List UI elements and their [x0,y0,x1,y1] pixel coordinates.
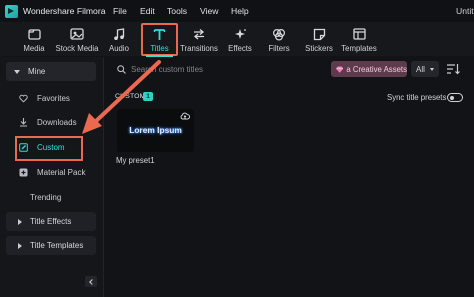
titles-tab-highlight-box [141,23,178,56]
sidebar-group-title-effects[interactable]: Title Effects [6,212,96,231]
creative-assets-label: a Creative Assets [346,64,407,74]
active-tab-underline [146,55,173,57]
tab-templates[interactable]: Templates [340,22,378,56]
menu-tools[interactable]: Tools [167,6,187,16]
sidebar-mine-header[interactable]: Mine [6,62,96,81]
sidebar-trending[interactable]: Trending [30,193,61,202]
media-folder-icon [26,26,42,42]
transitions-icon [191,26,207,42]
music-note-icon [111,26,127,42]
sidebar-item-label: Material Pack [37,167,86,177]
tab-label: Filters [268,44,290,53]
chevron-left-icon [89,278,95,285]
search-input[interactable] [131,62,321,76]
caret-right-icon [18,242,22,249]
sync-title-presets-toggle[interactable] [447,93,463,102]
window-title: Untitled [456,6,474,16]
title-bar: Wondershare Filmora File Edit Tools View… [0,0,474,22]
menu-help[interactable]: Help [231,6,249,16]
menu-edit[interactable]: Edit [140,6,155,16]
material-pack-icon [18,167,28,177]
caret-right-icon [18,218,22,225]
sidebar-group-label: Title Templates [30,241,84,250]
sidebar-mine-label: Mine [28,67,46,76]
tab-label: Templates [341,44,377,53]
chevron-down-icon [429,67,434,71]
filmora-logo-icon [5,4,18,18]
sidebar-item-material-pack[interactable]: Material Pack [18,165,85,179]
sidebar-group-title-templates[interactable]: Title Templates [6,236,96,255]
app-name: Wondershare Filmora [23,6,106,16]
tab-audio[interactable]: Audio [106,22,132,56]
preset-name: My preset1 [116,156,155,165]
sidebar-item-downloads[interactable]: Downloads [18,115,77,129]
caret-down-icon [14,69,20,74]
templates-icon [351,26,367,42]
sort-icon[interactable] [446,63,460,75]
stock-media-icon [69,26,85,42]
tab-label: Audio [109,44,129,53]
tab-stickers[interactable]: Stickers [304,22,334,56]
collapse-sidebar-button[interactable] [85,276,97,287]
tab-label: Stock Media [55,44,99,53]
sidebar-item-favorites[interactable]: Favorites [18,91,70,105]
section-label: CUSTOM [115,93,146,100]
tab-transitions[interactable]: Transitions [180,22,218,56]
tab-label: Stickers [305,44,333,53]
sync-title-presets-label: Sync title presets [387,93,447,102]
titles-sidebar: Mine Favorites Downloads Custom Material… [0,57,104,297]
preset-thumbnail-text: Lorem Ipsum [129,125,182,135]
creative-assets-button[interactable]: a Creative Assets [331,61,407,77]
menu-view[interactable]: View [200,6,218,16]
menu-file[interactable]: File [113,6,127,16]
tab-effects[interactable]: Effects [227,22,253,56]
sidebar-item-label: Downloads [37,117,77,127]
tab-stock-media[interactable]: Stock Media [55,22,99,56]
sidebar-group-label: Title Effects [30,217,72,226]
tab-media[interactable]: Media [20,22,48,56]
effects-sparkle-icon [232,26,248,42]
count-badge: 1 [143,92,153,101]
sidebar-item-label: Favorites [37,93,70,103]
tab-label: Effects [228,44,252,53]
media-tab-bar: Media Stock Media Audio Titles Transitio… [0,22,474,56]
tab-label: Transitions [180,44,218,53]
filters-icon [271,26,287,42]
cloud-upload-icon[interactable] [180,112,190,120]
gem-icon [336,65,344,73]
download-icon [18,117,28,127]
custom-item-highlight-box [15,136,83,161]
filter-value: All [416,64,425,74]
tab-filters[interactable]: Filters [267,22,291,56]
filter-dropdown[interactable]: All [411,61,439,77]
tab-label: Media [23,44,45,53]
stickers-icon [311,26,327,42]
heart-icon [18,93,28,103]
search-icon [117,65,126,74]
